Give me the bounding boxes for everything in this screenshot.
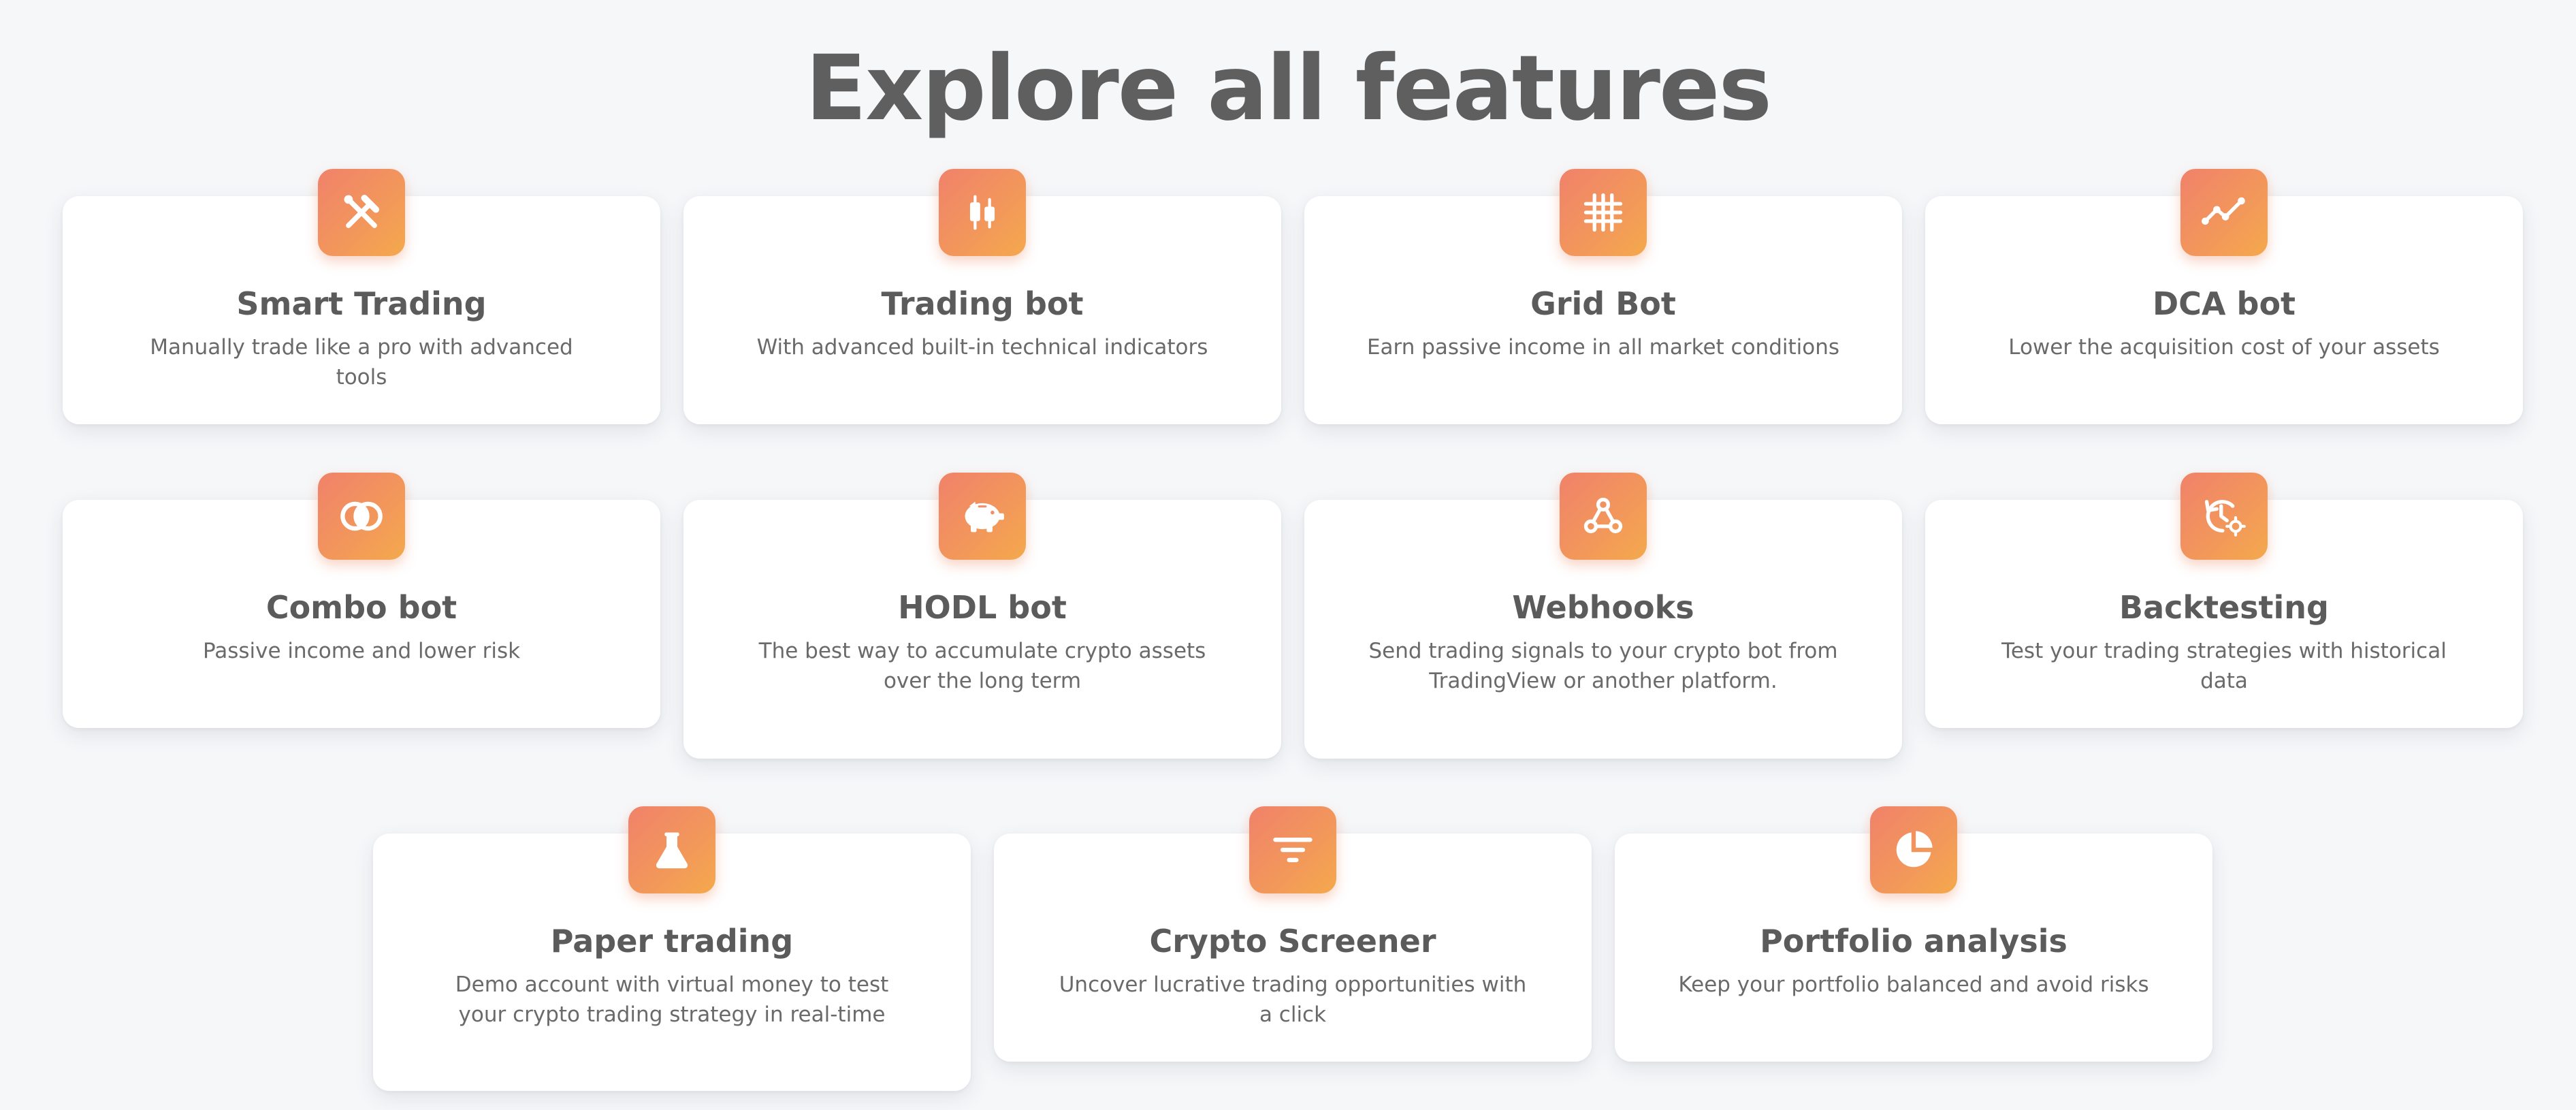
feature-card-trading-bot[interactable]: Trading bot With advanced built-in techn… bbox=[683, 169, 1281, 424]
feature-description: Test your trading strategies with histor… bbox=[2001, 639, 2447, 693]
page-title: Explore all features bbox=[805, 36, 1772, 141]
tools-icon bbox=[318, 169, 405, 256]
flask-icon bbox=[628, 806, 715, 893]
feature-title: Combo bot bbox=[265, 589, 457, 626]
feature-title: Grid Bot bbox=[1530, 285, 1676, 322]
feature-card-dca-bot[interactable]: DCA bot Lower the acquisition cost of yo… bbox=[1925, 169, 2523, 424]
feature-description: Keep your portfolio balanced and avoid r… bbox=[1678, 972, 2149, 997]
pie-chart-icon bbox=[1870, 806, 1957, 893]
feature-title: Crypto Screener bbox=[1149, 923, 1436, 960]
feature-card-combo-bot[interactable]: Combo bot Passive income and lower risk bbox=[63, 473, 660, 728]
feature-title: Backtesting bbox=[2119, 589, 2329, 626]
feature-title: Webhooks bbox=[1512, 589, 1694, 626]
feature-description: Manually trade like a pro with advanced … bbox=[150, 335, 573, 390]
trend-line-icon bbox=[2180, 169, 2268, 256]
feature-title: HODL bot bbox=[898, 589, 1067, 626]
feature-title: Portfolio analysis bbox=[1760, 923, 2067, 960]
webhook-icon bbox=[1560, 473, 1647, 560]
feature-card-webhooks[interactable]: Webhooks Send trading signals to your cr… bbox=[1304, 473, 1902, 759]
piggy-bank-icon bbox=[939, 473, 1026, 560]
feature-description: Passive income and lower risk bbox=[202, 639, 521, 663]
feature-card-crypto-screener[interactable]: Crypto Screener Uncover lucrative tradin… bbox=[994, 806, 1592, 1062]
feature-card-grid-bot[interactable]: Grid Bot Earn passive income in all mark… bbox=[1304, 169, 1902, 424]
feature-description: Demo account with virtual money to test … bbox=[455, 972, 889, 1027]
feature-card-backtesting[interactable]: Backtesting Test your trading strategies… bbox=[1925, 473, 2523, 728]
feature-title: Smart Trading bbox=[236, 285, 487, 322]
feature-description: Send trading signals to your crypto bot … bbox=[1368, 639, 1838, 693]
overlapping-circles-icon bbox=[318, 473, 405, 560]
feature-description: Lower the acquisition cost of your asset… bbox=[2008, 335, 2440, 360]
feature-description: With advanced built-in technical indicat… bbox=[756, 335, 1208, 360]
feature-card-hodl-bot[interactable]: HODL bot The best way to accumulate cryp… bbox=[683, 473, 1281, 759]
feature-card-smart-trading[interactable]: Smart Trading Manually trade like a pro … bbox=[63, 169, 660, 424]
feature-title: Trading bot bbox=[881, 285, 1084, 322]
feature-description: The best way to accumulate crypto assets… bbox=[758, 639, 1206, 693]
feature-title: Paper trading bbox=[550, 923, 794, 960]
feature-card-paper-trading[interactable]: Paper trading Demo account with virtual … bbox=[373, 806, 971, 1091]
feature-title: DCA bot bbox=[2152, 285, 2296, 322]
grid-icon bbox=[1560, 169, 1647, 256]
feature-description: Uncover lucrative trading opportunities … bbox=[1059, 972, 1527, 1027]
filter-icon bbox=[1249, 806, 1336, 893]
history-gear-icon bbox=[2180, 473, 2268, 560]
candlestick-icon bbox=[939, 169, 1026, 256]
feature-card-portfolio-analysis[interactable]: Portfolio analysis Keep your portfolio b… bbox=[1615, 806, 2212, 1062]
feature-description: Earn passive income in all market condit… bbox=[1366, 335, 1840, 360]
